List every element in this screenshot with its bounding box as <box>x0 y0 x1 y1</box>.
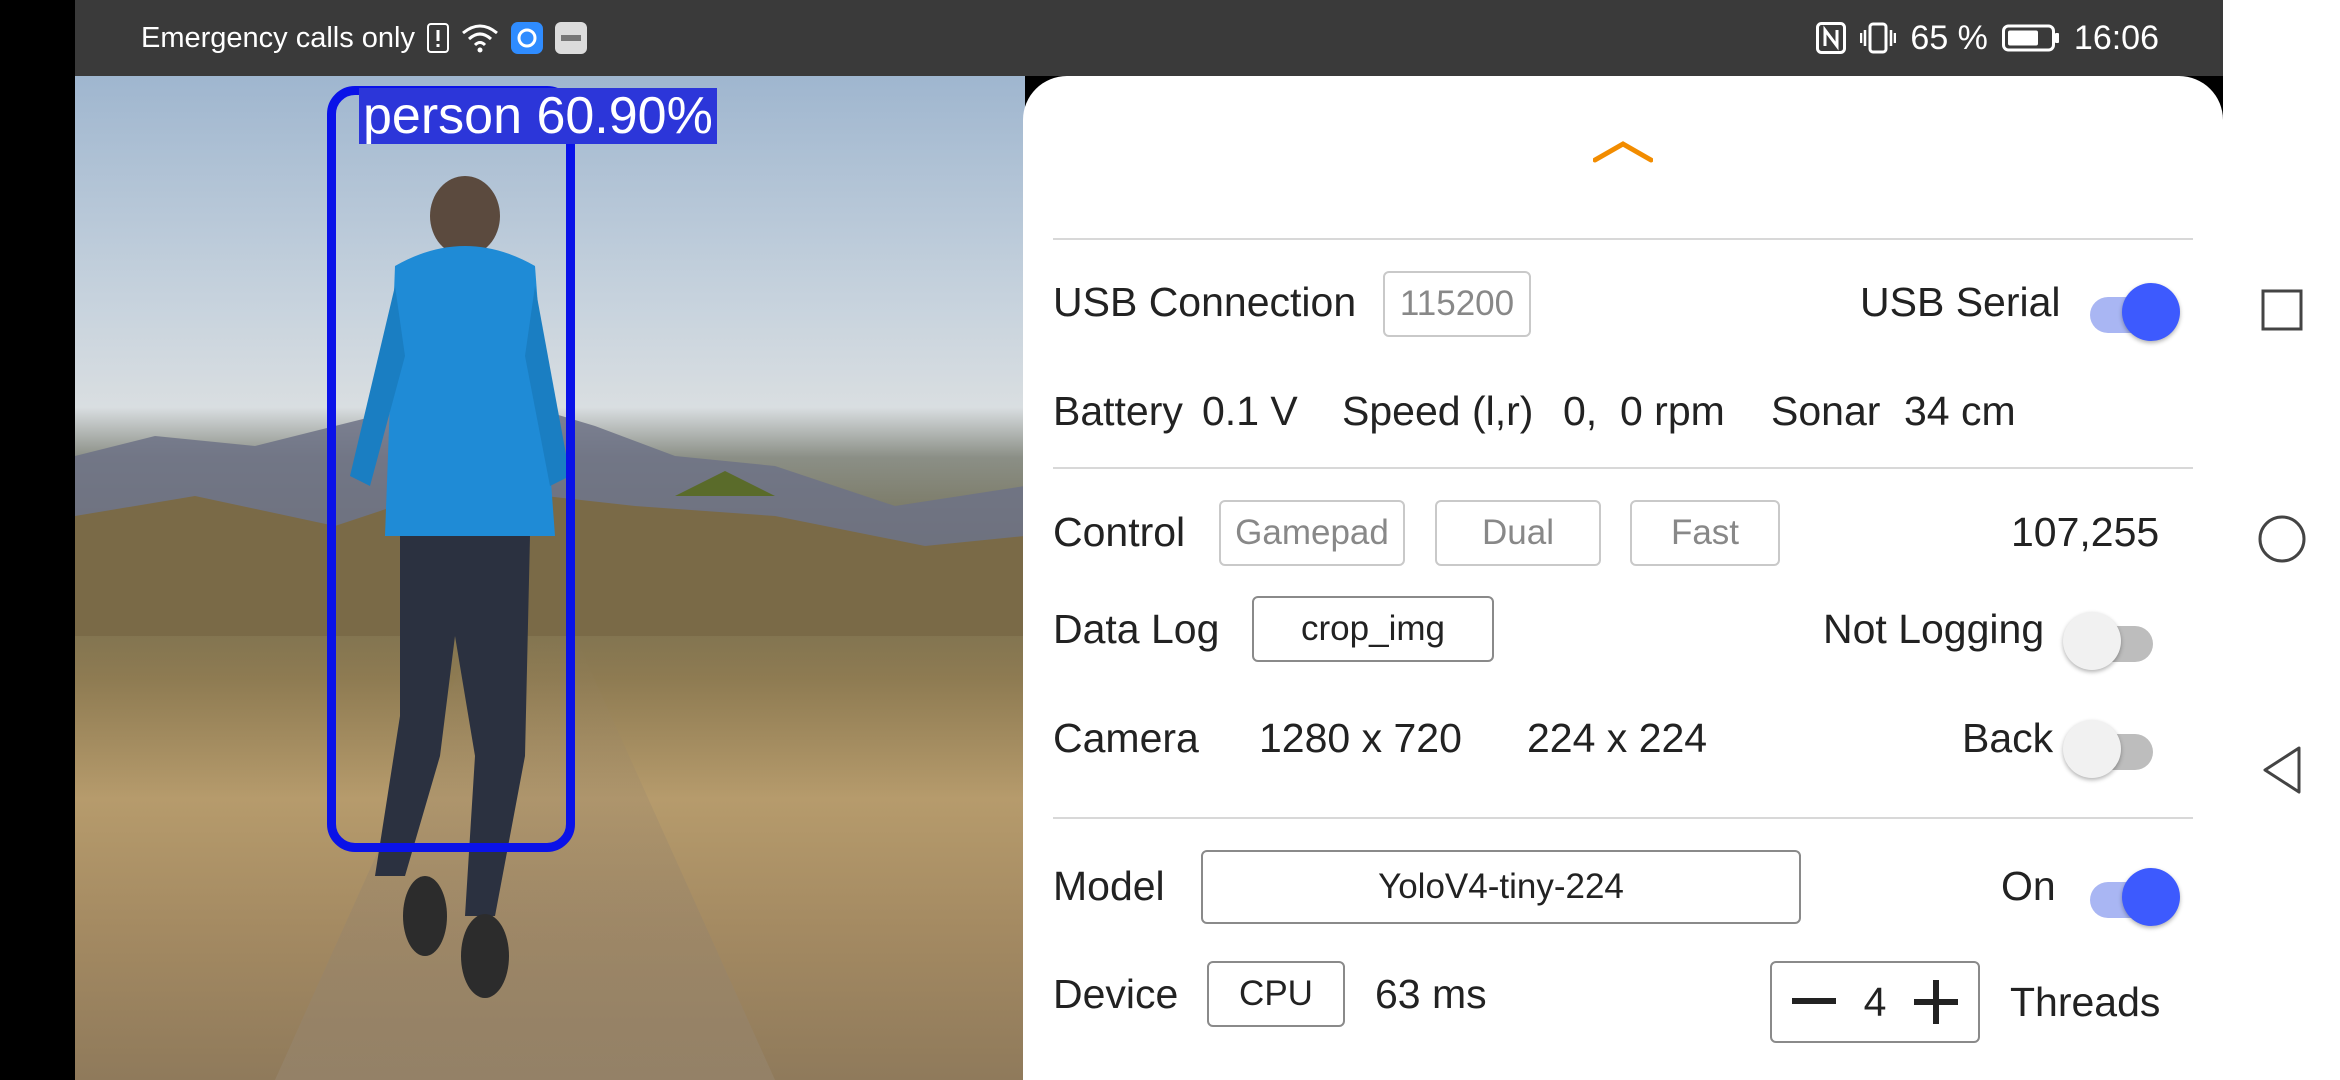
control-fast-button[interactable]: Fast <box>1630 500 1780 566</box>
plus-icon <box>1914 980 1958 1024</box>
camera-facing-switch[interactable] <box>2063 720 2159 778</box>
threads-increment-button[interactable] <box>1908 972 1964 1032</box>
speed-value: 0, 0 rpm <box>1563 388 1725 434</box>
inference-time: 63 ms <box>1375 971 1487 1017</box>
sonar-value: 34 cm <box>1904 388 2016 434</box>
hms-app-icon <box>555 22 587 54</box>
minus-icon <box>1792 998 1836 1004</box>
camera-label: Camera <box>1053 715 1199 761</box>
battery-percent: 65 % <box>1910 18 1988 57</box>
camera-facing-label: Back <box>1962 715 2054 761</box>
control-dual-button[interactable]: Dual <box>1435 500 1601 566</box>
logging-status-label: Not Logging <box>1823 606 2045 652</box>
clock: 16:06 <box>2073 18 2159 57</box>
control-label: Control <box>1053 509 1186 555</box>
model-enable-switch[interactable] <box>2084 868 2180 926</box>
detection-label: person 60.90% <box>359 88 717 144</box>
camera-model-resolution: 224 x 224 <box>1527 715 1708 761</box>
logging-switch[interactable] <box>2063 612 2159 670</box>
sonar-label: Sonar <box>1771 388 1881 434</box>
switch-knob <box>2063 720 2121 778</box>
usb-serial-label: USB Serial <box>1860 279 2061 325</box>
assistant-app-icon <box>511 22 543 54</box>
recents-button[interactable] <box>2257 285 2307 335</box>
wifi-icon <box>461 23 499 53</box>
model-select[interactable]: YoloV4-tiny-224 <box>1201 850 1801 924</box>
threads-value: 4 <box>1863 978 1887 1025</box>
back-triangle-icon <box>2263 746 2301 794</box>
battery-value: 0.1 V <box>1202 388 1298 434</box>
model-label: Model <box>1053 863 1165 909</box>
divider <box>1053 467 2193 469</box>
navigation-bar <box>2223 0 2340 1080</box>
sheet-collapse-handle[interactable] <box>1592 136 1654 166</box>
device-label: Device <box>1053 971 1179 1017</box>
back-button[interactable] <box>2257 745 2307 795</box>
threads-stepper: 4 <box>1770 961 1980 1043</box>
chevron-up-icon <box>1592 141 1654 163</box>
model-status-label: On <box>2001 863 2056 909</box>
camera-preview: person 60.90% <box>75 76 1025 1080</box>
status-bar: Emergency calls only 65 % 16:06 <box>75 0 2223 76</box>
circle-icon <box>2258 515 2306 563</box>
vibrate-icon <box>1860 22 1897 54</box>
switch-knob <box>2122 283 2180 341</box>
data-log-label: Data Log <box>1053 606 1220 652</box>
nfc-icon <box>1816 22 1847 54</box>
divider <box>1053 817 2193 819</box>
device-select[interactable]: CPU <box>1207 961 1345 1027</box>
data-log-select[interactable]: crop_img <box>1252 596 1494 662</box>
battery-label: Battery <box>1053 388 1183 434</box>
battery-icon <box>2001 23 2060 53</box>
threads-decrement-button[interactable] <box>1786 972 1842 1032</box>
home-button[interactable] <box>2257 514 2307 564</box>
detection-bounding-box <box>327 86 575 852</box>
switch-knob <box>2122 868 2180 926</box>
switch-knob <box>2063 612 2121 670</box>
camera-preview-resolution: 1280 x 720 <box>1259 715 1462 761</box>
carrier-text: Emergency calls only <box>141 21 415 54</box>
divider <box>1053 238 2193 240</box>
control-value: 107,255 <box>2011 509 2160 555</box>
usb-connection-label: USB Connection <box>1053 279 1357 325</box>
usb-serial-switch[interactable] <box>2084 283 2180 341</box>
threads-label: Threads <box>2010 979 2161 1025</box>
speed-label: Speed (l,r) <box>1342 388 1534 434</box>
baud-rate-select[interactable]: 115200 <box>1383 271 1531 337</box>
settings-sheet: USB Connection 115200 USB Serial Battery… <box>1023 76 2223 1080</box>
sim-alert-icon <box>427 23 449 53</box>
square-icon <box>2261 289 2303 331</box>
control-gamepad-button[interactable]: Gamepad <box>1219 500 1405 566</box>
